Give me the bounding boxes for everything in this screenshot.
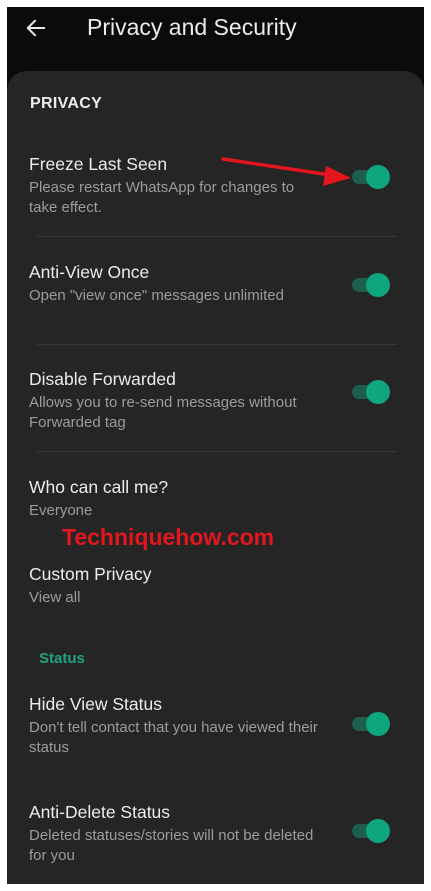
divider [37, 344, 397, 345]
back-button[interactable] [21, 13, 51, 43]
watermark-text: Techniquehow.com [62, 524, 275, 550]
top-app-bar: Privacy and Security [7, 7, 424, 71]
toggle-thumb [366, 273, 390, 297]
app-screen: Privacy and Security PRIVACY Freeze Last… [0, 0, 431, 891]
setting-title: Anti-View Once [29, 262, 150, 282]
setting-anti-delete-status[interactable]: Anti-Delete Status Deleted statuses/stor… [29, 801, 402, 866]
setting-subtitle: View all [29, 589, 81, 606]
setting-title: Who can call me? [29, 477, 169, 497]
divider [37, 236, 397, 237]
setting-custom-privacy[interactable]: Custom Privacy View all [29, 563, 402, 608]
section-header-status: Status [39, 650, 85, 667]
setting-title: Custom Privacy [29, 564, 152, 584]
toggle-thumb [366, 819, 390, 843]
anti-delete-status-toggle[interactable] [350, 819, 390, 843]
setting-anti-view-once[interactable]: Anti-View Once Open "view once" messages… [29, 261, 402, 306]
section-header-privacy: PRIVACY [30, 95, 103, 112]
disable-forwarded-toggle[interactable] [350, 380, 390, 404]
toggle-thumb [366, 380, 390, 404]
anti-view-once-toggle[interactable] [350, 273, 390, 297]
hide-view-status-toggle[interactable] [350, 712, 390, 736]
setting-who-can-call[interactable]: Who can call me? Everyone [29, 476, 402, 521]
toggle-thumb [366, 165, 390, 189]
page-title: Privacy and Security [87, 14, 297, 40]
setting-title: Anti-Delete Status [29, 802, 171, 822]
setting-hide-view-status[interactable]: Hide View Status Don't tell contact that… [29, 693, 402, 758]
setting-subtitle: Allows you to re-send messages without F… [29, 394, 297, 431]
setting-subtitle: Open "view once" messages unlimited [29, 287, 284, 304]
divider [37, 451, 397, 452]
annotation-arrow-icon [221, 157, 351, 186]
setting-subtitle: Everyone [29, 502, 93, 519]
toggle-thumb [366, 712, 390, 736]
setting-title: Disable Forwarded [29, 369, 176, 389]
setting-subtitle: Deleted statuses/stories will not be del… [29, 827, 314, 864]
setting-disable-forwarded[interactable]: Disable Forwarded Allows you to re-send … [29, 368, 402, 433]
setting-subtitle: Don't tell contact that you have viewed … [29, 719, 318, 756]
arrow-left-icon [26, 19, 46, 37]
setting-title: Hide View Status [29, 694, 162, 714]
